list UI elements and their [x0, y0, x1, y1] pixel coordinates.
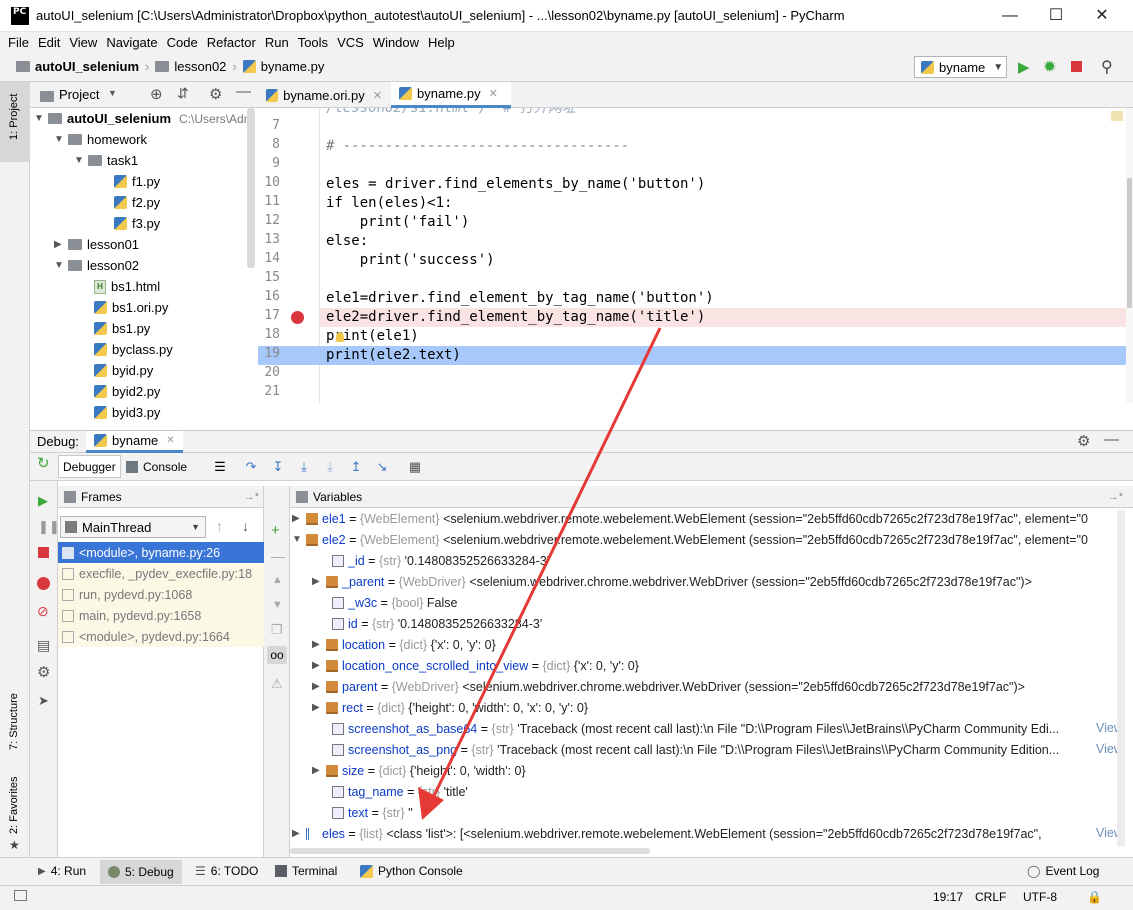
file-encoding[interactable]: UTF-8	[1023, 890, 1057, 904]
annotation-arrow-line	[430, 327, 662, 801]
caret-position[interactable]: 19:17	[933, 890, 963, 904]
run-icon: ▶	[38, 865, 46, 877]
tool-tab-label: 4: Run	[50, 864, 87, 878]
terminal-icon	[275, 865, 287, 877]
tool-tab-label: 5: Debug	[125, 865, 174, 879]
tool-tab-label: 6: TODO	[210, 864, 259, 878]
python-console-icon	[360, 864, 373, 878]
annotation-arrow-overlay	[418, 327, 662, 820]
tool-tab-terminal[interactable]: Terminal	[275, 864, 337, 878]
bottom-tool-bar: ▶ 4: Run 5: Debug ☰ 6: TODO Terminal Pytho…	[0, 857, 1133, 885]
tool-tab-event-log[interactable]: ◯ Event Log	[1027, 864, 1099, 878]
tool-tab-label: Python Console	[378, 864, 463, 878]
tool-tab-debug[interactable]: 5: Debug	[100, 860, 182, 884]
event-log-icon: ◯	[1027, 864, 1041, 878]
line-separator[interactable]: CRLF	[975, 890, 1006, 904]
toggle-tool-windows-icon[interactable]	[14, 890, 27, 901]
annotation-arrow-head	[418, 787, 444, 820]
tool-tab-run[interactable]: ▶ 4: Run	[38, 864, 86, 878]
tool-tab-python-console[interactable]: Python Console	[360, 864, 463, 878]
status-bar: 19:17 CRLF UTF-8 🔒	[0, 885, 1133, 910]
debug-bug-icon	[108, 866, 120, 878]
tool-tab-label: Terminal	[292, 864, 338, 878]
lock-icon[interactable]: 🔒	[1087, 890, 1102, 904]
tool-tab-label: Event Log	[1045, 864, 1100, 878]
todo-list-icon: ☰	[195, 864, 206, 878]
tool-tab-todo[interactable]: ☰ 6: TODO	[195, 864, 258, 878]
